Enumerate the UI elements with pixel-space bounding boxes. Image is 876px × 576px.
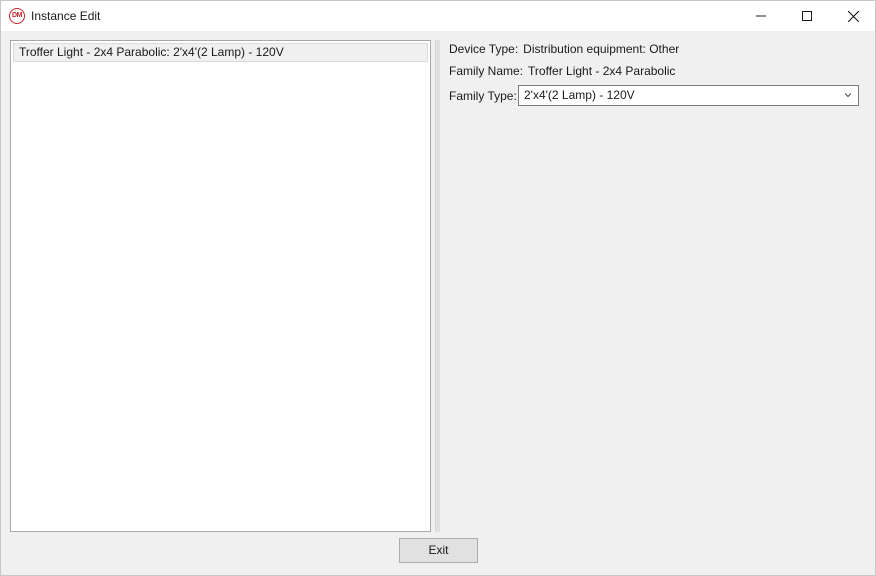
close-button[interactable] — [830, 1, 876, 31]
device-type-label: Device Type: — [449, 42, 519, 56]
maximize-button[interactable] — [784, 1, 830, 31]
window-title: Instance Edit — [31, 9, 101, 23]
family-type-select[interactable]: 2'x4'(2 Lamp) - 120V — [518, 85, 859, 106]
title-bar[interactable]: DM Instance Edit — [1, 1, 875, 31]
device-type-value: Distribution equipment: Other — [523, 42, 680, 56]
family-name-label: Family Name: — [449, 64, 524, 78]
panel-splitter[interactable] — [435, 40, 440, 532]
device-type-row: Device Type: Distribution equipment: Othe… — [449, 42, 679, 56]
family-type-label: Family Type: — [449, 89, 517, 103]
list-item-label: Troffer Light - 2x4 Parabolic: 2'x4'(2 L… — [19, 45, 284, 59]
minimize-button[interactable] — [738, 1, 784, 31]
family-name-value: Troffer Light - 2x4 Parabolic — [528, 64, 676, 78]
family-name-row: Family Name: Troffer Light - 2x4 Paraboli… — [449, 64, 675, 78]
minimize-icon — [756, 15, 766, 17]
family-type-selected-value: 2'x4'(2 Lamp) - 120V — [524, 88, 635, 102]
chevron-down-icon — [844, 93, 852, 98]
list-item[interactable]: Troffer Light - 2x4 Parabolic: 2'x4'(2 L… — [13, 43, 428, 62]
instance-list[interactable]: Troffer Light - 2x4 Parabolic: 2'x4'(2 L… — [10, 40, 431, 532]
maximize-icon — [802, 11, 812, 21]
exit-button[interactable]: Exit — [399, 538, 478, 563]
app-logo-icon: DM — [9, 8, 25, 24]
close-icon — [847, 10, 859, 22]
instance-edit-window: DM Instance Edit Troffer Light - 2x4 Par… — [0, 0, 876, 576]
